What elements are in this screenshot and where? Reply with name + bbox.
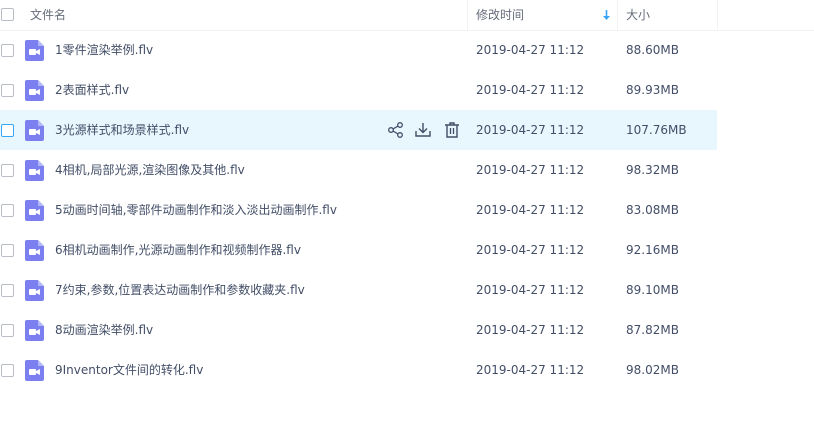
- row-checkbox[interactable]: [1, 324, 14, 337]
- file-size: 98.32MB: [626, 163, 679, 177]
- video-file-icon: [25, 360, 44, 381]
- file-row[interactable]: 8动画渲染举例.flv 2019-04-27 11:12 87.82MB: [0, 310, 814, 350]
- row-checkbox[interactable]: [1, 364, 14, 377]
- video-file-icon: [25, 120, 44, 141]
- file-modified-time: 2019-04-27 11:12: [476, 83, 585, 97]
- file-name[interactable]: 1零件渲染举例.flv: [55, 30, 153, 70]
- sort-down-arrow-icon[interactable]: [602, 10, 611, 21]
- file-modified-time: 2019-04-27 11:12: [476, 243, 585, 257]
- video-file-icon: [25, 320, 44, 341]
- file-modified-time: 2019-04-27 11:12: [476, 323, 585, 337]
- file-name[interactable]: 3光源样式和场景样式.flv: [55, 110, 189, 150]
- file-row[interactable]: 7约束,参数,位置表达动画制作和参数收藏夹.flv 2019-04-27 11:1…: [0, 270, 814, 310]
- file-row[interactable]: 9Inventor文件间的转化.flv 2019-04-27 11:12 98.02…: [0, 350, 814, 390]
- delete-icon[interactable]: [443, 121, 461, 139]
- file-name[interactable]: 7约束,参数,位置表达动画制作和参数收藏夹.flv: [55, 270, 305, 310]
- file-size: 89.93MB: [626, 83, 679, 97]
- video-file-icon: [25, 240, 44, 261]
- file-row[interactable]: 1零件渲染举例.flv 2019-04-27 11:12 88.60MB: [0, 30, 814, 70]
- file-size: 83.08MB: [626, 203, 679, 217]
- file-row[interactable]: 3光源样式和场景样式.flv 2019-04-27 11:12 107.76MB: [0, 110, 717, 150]
- row-checkbox[interactable]: [1, 164, 14, 177]
- file-size: 98.02MB: [626, 363, 679, 377]
- file-size: 107.76MB: [626, 123, 687, 137]
- file-size: 88.60MB: [626, 43, 679, 57]
- file-row[interactable]: 6相机动画制作,光源动画制作和视频制作器.flv 2019-04-27 11:12…: [0, 230, 814, 270]
- select-all-checkbox[interactable]: [1, 8, 14, 21]
- video-file-icon: [25, 280, 44, 301]
- file-modified-time: 2019-04-27 11:12: [476, 363, 585, 377]
- row-checkbox[interactable]: [1, 284, 14, 297]
- row-checkbox[interactable]: [1, 44, 14, 57]
- row-checkbox[interactable]: [1, 124, 14, 137]
- file-modified-time: 2019-04-27 11:12: [476, 283, 585, 297]
- file-name[interactable]: 9Inventor文件间的转化.flv: [55, 350, 203, 390]
- share-icon[interactable]: [387, 121, 405, 139]
- row-checkbox[interactable]: [1, 84, 14, 97]
- video-file-icon: [25, 40, 44, 61]
- file-name[interactable]: 5动画时间轴,零部件动画制作和淡入淡出动画制作.flv: [55, 190, 337, 230]
- column-header-modified[interactable]: 修改时间: [476, 0, 524, 30]
- download-icon[interactable]: [414, 121, 432, 139]
- file-row[interactable]: 4相机,局部光源,渲染图像及其他.flv 2019-04-27 11:12 98.3…: [0, 150, 814, 190]
- column-header-size[interactable]: 大小: [626, 0, 650, 30]
- column-divider[interactable]: [467, 0, 468, 30]
- video-file-icon: [25, 160, 44, 181]
- file-name[interactable]: 2表面样式.flv: [55, 70, 129, 110]
- video-file-icon: [25, 200, 44, 221]
- row-checkbox[interactable]: [1, 244, 14, 257]
- file-list-header: 文件名 修改时间 大小: [0, 0, 814, 31]
- video-file-icon: [25, 80, 44, 101]
- column-header-name[interactable]: 文件名: [30, 0, 66, 30]
- file-name[interactable]: 8动画渲染举例.flv: [55, 310, 153, 350]
- file-name[interactable]: 6相机动画制作,光源动画制作和视频制作器.flv: [55, 230, 301, 270]
- file-row[interactable]: 5动画时间轴,零部件动画制作和淡入淡出动画制作.flv 2019-04-27 11…: [0, 190, 814, 230]
- row-checkbox[interactable]: [1, 204, 14, 217]
- file-size: 92.16MB: [626, 243, 679, 257]
- file-modified-time: 2019-04-27 11:12: [476, 123, 585, 137]
- file-size: 87.82MB: [626, 323, 679, 337]
- file-row[interactable]: 2表面样式.flv 2019-04-27 11:12 89.93MB: [0, 70, 814, 110]
- column-divider[interactable]: [717, 0, 718, 30]
- file-modified-time: 2019-04-27 11:12: [476, 163, 585, 177]
- file-modified-time: 2019-04-27 11:12: [476, 43, 585, 57]
- column-divider[interactable]: [617, 0, 618, 30]
- file-size: 89.10MB: [626, 283, 679, 297]
- file-name[interactable]: 4相机,局部光源,渲染图像及其他.flv: [55, 150, 245, 190]
- file-modified-time: 2019-04-27 11:12: [476, 203, 585, 217]
